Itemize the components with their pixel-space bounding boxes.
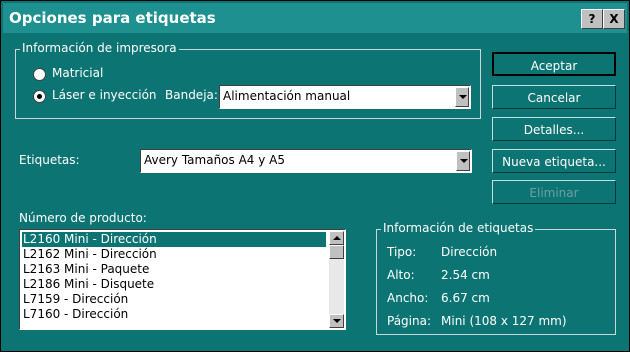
scroll-thumb[interactable] <box>329 245 344 259</box>
list-scrollbar[interactable] <box>329 231 344 328</box>
labels-select[interactable]: Avery Tamaños A4 y A5 <box>140 149 472 173</box>
chevron-down-icon[interactable] <box>455 87 469 107</box>
info-value-width: 6.67 cm <box>441 291 490 305</box>
label-options-dialog: Opciones para etiquetas ? X Información … <box>0 0 630 352</box>
cancel-button[interactable]: Cancelar <box>492 85 616 109</box>
list-item[interactable]: L2162 Mini - Dirección <box>22 247 157 262</box>
dialog-title: Opciones para etiquetas <box>9 9 216 27</box>
tray-label: Bandeja: <box>165 88 218 102</box>
list-item[interactable]: L7159 - Dirección <box>22 292 128 307</box>
radio-matricial-label[interactable]: Matricial <box>52 66 103 80</box>
list-item[interactable]: L7160 - Dirección <box>22 307 128 322</box>
close-button[interactable]: X <box>603 9 625 29</box>
tray-select-value: Alimentación manual <box>223 89 351 103</box>
info-value-type: Dirección <box>441 245 498 259</box>
delete-button[interactable]: Eliminar <box>492 180 616 204</box>
labels-label: Etiquetas: <box>19 153 80 167</box>
radio-laser[interactable] <box>33 90 46 103</box>
radio-laser-label[interactable]: Láser e inyección <box>52 88 157 102</box>
label-info-legend: Información de etiquetas <box>381 221 536 235</box>
radio-laser-dot <box>37 94 42 99</box>
list-item[interactable]: L2163 Mini - Paquete <box>22 262 149 277</box>
product-number-label: Número de producto: <box>19 211 147 225</box>
title-bar[interactable]: Opciones para etiquetas ? X <box>3 3 627 33</box>
info-value-height: 2.54 cm <box>441 268 490 282</box>
printer-info-legend: Información de impresora <box>20 41 179 55</box>
info-key-height: Alto: <box>387 268 415 282</box>
help-button[interactable]: ? <box>581 9 603 29</box>
scroll-up-icon[interactable] <box>329 231 344 245</box>
list-item[interactable]: L2186 Mini - Disquete <box>22 277 154 292</box>
accept-button[interactable]: Aceptar <box>492 52 616 76</box>
details-button[interactable]: Detalles... <box>492 117 616 141</box>
info-value-page: Mini (108 x 127 mm) <box>441 314 567 328</box>
scroll-down-icon[interactable] <box>329 314 344 328</box>
radio-matricial[interactable] <box>33 68 46 81</box>
info-key-type: Tipo: <box>387 245 417 259</box>
new-label-button[interactable]: Nueva etiqueta... <box>492 149 616 173</box>
info-key-width: Ancho: <box>387 291 429 305</box>
labels-select-value: Avery Tamaños A4 y A5 <box>144 153 286 167</box>
chevron-down-icon[interactable] <box>456 151 470 171</box>
tray-select[interactable]: Alimentación manual <box>219 85 471 109</box>
info-key-page: Página: <box>387 314 432 328</box>
list-item[interactable]: L2160 Mini - Dirección <box>22 232 326 247</box>
product-number-list[interactable]: L2160 Mini - Dirección L2162 Mini - Dire… <box>19 229 346 330</box>
